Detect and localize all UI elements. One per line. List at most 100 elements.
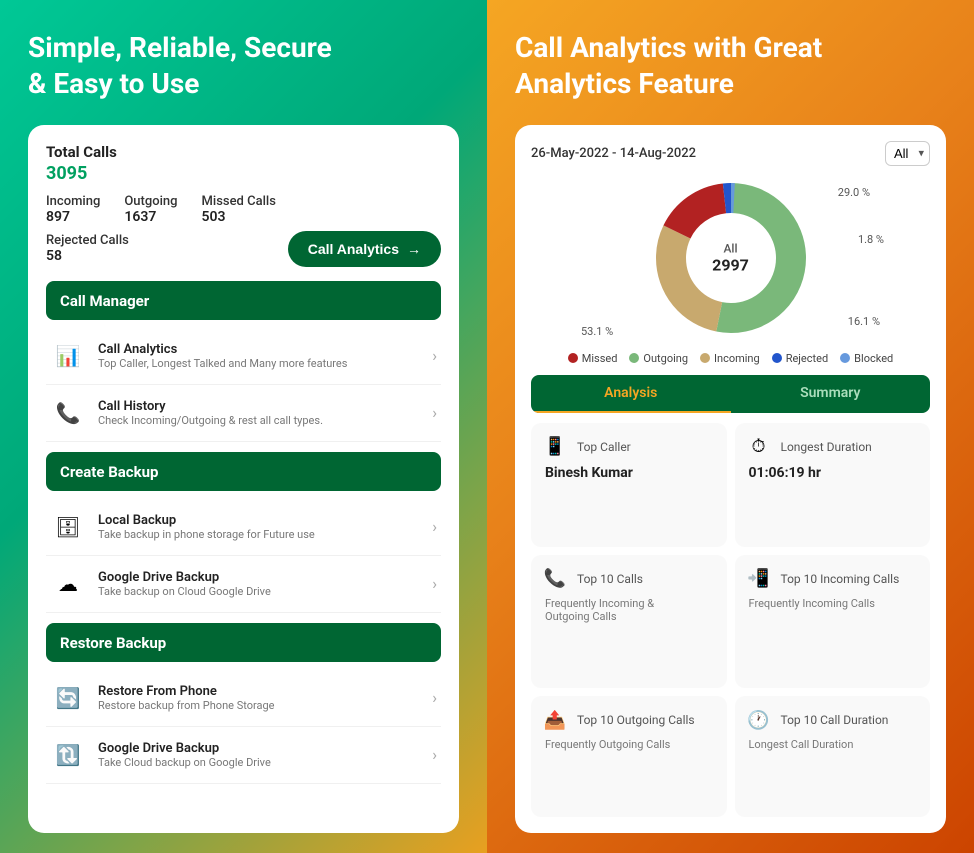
top10-duration-icon: 🕐 <box>745 706 773 734</box>
call-analytics-menu-title: Call Analytics <box>98 342 347 357</box>
legend-blocked: Blocked <box>840 352 893 365</box>
longest-duration-cell[interactable]: ⏱ Longest Duration 01:06:19 hr <box>735 423 931 547</box>
local-backup-icon: 🗄 <box>50 509 86 545</box>
left-headline: Simple, Reliable, Secure& Easy to Use <box>28 30 459 103</box>
legend-incoming: Incoming <box>700 352 760 365</box>
left-card: Total Calls 3095 Incoming 897 Outgoing 1… <box>28 125 459 833</box>
top10-calls-sublabel: Frequently Incoming &Outgoing Calls <box>545 597 717 623</box>
analytics-tabs: Analysis Summary <box>531 375 930 413</box>
top10-calls-label: Top 10 Calls <box>577 572 643 586</box>
legend-label-blocked: Blocked <box>854 352 893 365</box>
restore-phone-menu-item[interactable]: 🔄 Restore From Phone Restore backup from… <box>46 670 441 727</box>
legend-dot-missed <box>568 353 578 363</box>
incoming-label: Incoming <box>46 194 100 209</box>
gdrive-backup-title: Google Drive Backup <box>98 570 271 585</box>
call-analytics-button[interactable]: Call Analytics → <box>288 231 441 267</box>
percent-531: 53.1 % <box>581 325 613 338</box>
call-history-icon: 📞 <box>50 395 86 431</box>
gdrive-backup-menu-item[interactable]: ☁ Google Drive Backup Take backup on Clo… <box>46 556 441 613</box>
right-card: 26-May-2022 - 14-Aug-2022 All <box>515 125 946 833</box>
call-analytics-menu-subtitle: Top Caller, Longest Talked and Many more… <box>98 357 347 370</box>
chevron-right-icon: › <box>432 346 437 365</box>
top-caller-label: Top Caller <box>577 440 631 454</box>
analytics-grid: 📱 Top Caller Binesh Kumar ⏱ Longest Dura… <box>531 423 930 817</box>
filter-wrapper[interactable]: All <box>885 141 930 166</box>
legend-dot-outgoing <box>629 353 639 363</box>
chevron-right-icon: › <box>432 688 437 707</box>
longest-duration-label: Longest Duration <box>781 440 872 454</box>
top10-calls-icon: 📞 <box>541 565 569 593</box>
rejected-label: Rejected Calls <box>46 233 129 248</box>
restore-phone-subtitle: Restore backup from Phone Storage <box>98 699 275 712</box>
restore-gdrive-menu-item[interactable]: 🔃 Google Drive Backup Take Cloud backup … <box>46 727 441 784</box>
right-headline: Call Analytics with GreatAnalytics Featu… <box>515 30 946 103</box>
outgoing-stat: Outgoing 1637 <box>124 194 177 225</box>
analytics-btn-label: Call Analytics <box>308 241 399 257</box>
top10-duration-cell[interactable]: 🕐 Top 10 Call Duration Longest Call Dura… <box>735 696 931 817</box>
legend-dot-incoming <box>700 353 710 363</box>
restore-gdrive-icon: 🔃 <box>50 737 86 773</box>
restore-gdrive-title: Google Drive Backup <box>98 741 271 756</box>
legend-missed: Missed <box>568 352 618 365</box>
left-panel: Simple, Reliable, Secure& Easy to Use To… <box>0 0 487 853</box>
top-caller-value: Binesh Kumar <box>545 465 717 481</box>
top10-duration-label: Top 10 Call Duration <box>781 713 889 727</box>
donut-center-value: 2997 <box>712 255 749 274</box>
restore-phone-icon: 🔄 <box>50 680 86 716</box>
donut-center: All 2997 <box>712 241 749 274</box>
percent-18: 1.8 % <box>858 233 884 246</box>
local-backup-menu-item[interactable]: 🗄 Local Backup Take backup in phone stor… <box>46 499 441 556</box>
chevron-right-icon: › <box>432 403 437 422</box>
call-history-menu-item[interactable]: 📞 Call History Check Incoming/Outgoing &… <box>46 385 441 442</box>
missed-value: 503 <box>202 209 276 225</box>
chevron-right-icon: › <box>432 745 437 764</box>
donut-center-title: All <box>712 241 749 255</box>
local-backup-subtitle: Take backup in phone storage for Future … <box>98 528 315 541</box>
call-analytics-menu-item[interactable]: 📊 Call Analytics Top Caller, Longest Tal… <box>46 328 441 385</box>
date-filter-row: 26-May-2022 - 14-Aug-2022 All <box>531 141 930 166</box>
right-panel: Call Analytics with GreatAnalytics Featu… <box>487 0 974 853</box>
top10-calls-cell[interactable]: 📞 Top 10 Calls Frequently Incoming &Outg… <box>531 555 727 689</box>
call-history-menu-subtitle: Check Incoming/Outgoing & rest all call … <box>98 414 323 427</box>
top10-incoming-cell[interactable]: 📲 Top 10 Incoming Calls Frequently Incom… <box>735 555 931 689</box>
chevron-right-icon: › <box>432 517 437 536</box>
gdrive-backup-subtitle: Take backup on Cloud Google Drive <box>98 585 271 598</box>
tab-summary[interactable]: Summary <box>731 375 931 413</box>
restore-phone-title: Restore From Phone <box>98 684 275 699</box>
date-range: 26-May-2022 - 14-Aug-2022 <box>531 146 696 161</box>
outgoing-label: Outgoing <box>124 194 177 209</box>
call-analytics-icon: 📊 <box>50 338 86 374</box>
legend-outgoing: Outgoing <box>629 352 688 365</box>
longest-duration-value: 01:06:19 hr <box>749 465 921 481</box>
filter-select[interactable]: All <box>885 141 930 166</box>
create-backup-title: Create Backup <box>60 463 158 481</box>
top10-outgoing-cell[interactable]: 📤 Top 10 Outgoing Calls Frequently Outgo… <box>531 696 727 817</box>
top10-incoming-label: Top 10 Incoming Calls <box>781 572 900 586</box>
incoming-value: 897 <box>46 209 100 225</box>
top10-incoming-sublabel: Frequently Incoming Calls <box>749 597 921 610</box>
chart-legend: Missed Outgoing Incoming Rejected Blocke… <box>531 352 930 365</box>
restore-gdrive-subtitle: Take Cloud backup on Google Drive <box>98 756 271 769</box>
chevron-right-icon: › <box>432 574 437 593</box>
legend-label-incoming: Incoming <box>714 352 760 365</box>
call-history-menu-title: Call History <box>98 399 323 414</box>
top10-outgoing-icon: 📤 <box>541 706 569 734</box>
outgoing-value: 1637 <box>124 209 177 225</box>
total-calls-count: 3095 <box>46 163 441 184</box>
legend-label-rejected: Rejected <box>786 352 828 365</box>
restore-backup-section-header: Restore Backup <box>46 623 441 662</box>
rejected-info: Rejected Calls 58 <box>46 233 129 264</box>
arrow-icon: → <box>407 241 421 257</box>
top10-outgoing-label: Top 10 Outgoing Calls <box>577 713 695 727</box>
longest-duration-icon: ⏱ <box>745 433 773 461</box>
legend-rejected: Rejected <box>772 352 828 365</box>
gdrive-backup-icon: ☁ <box>50 566 86 602</box>
rejected-value: 58 <box>46 248 129 264</box>
call-manager-title: Call Manager <box>60 292 149 310</box>
donut-chart: All 2997 <box>631 178 831 338</box>
top-caller-cell[interactable]: 📱 Top Caller Binesh Kumar <box>531 423 727 547</box>
local-backup-title: Local Backup <box>98 513 315 528</box>
missed-label: Missed Calls <box>202 194 276 209</box>
tab-analysis[interactable]: Analysis <box>531 375 731 413</box>
legend-dot-blocked <box>840 353 850 363</box>
